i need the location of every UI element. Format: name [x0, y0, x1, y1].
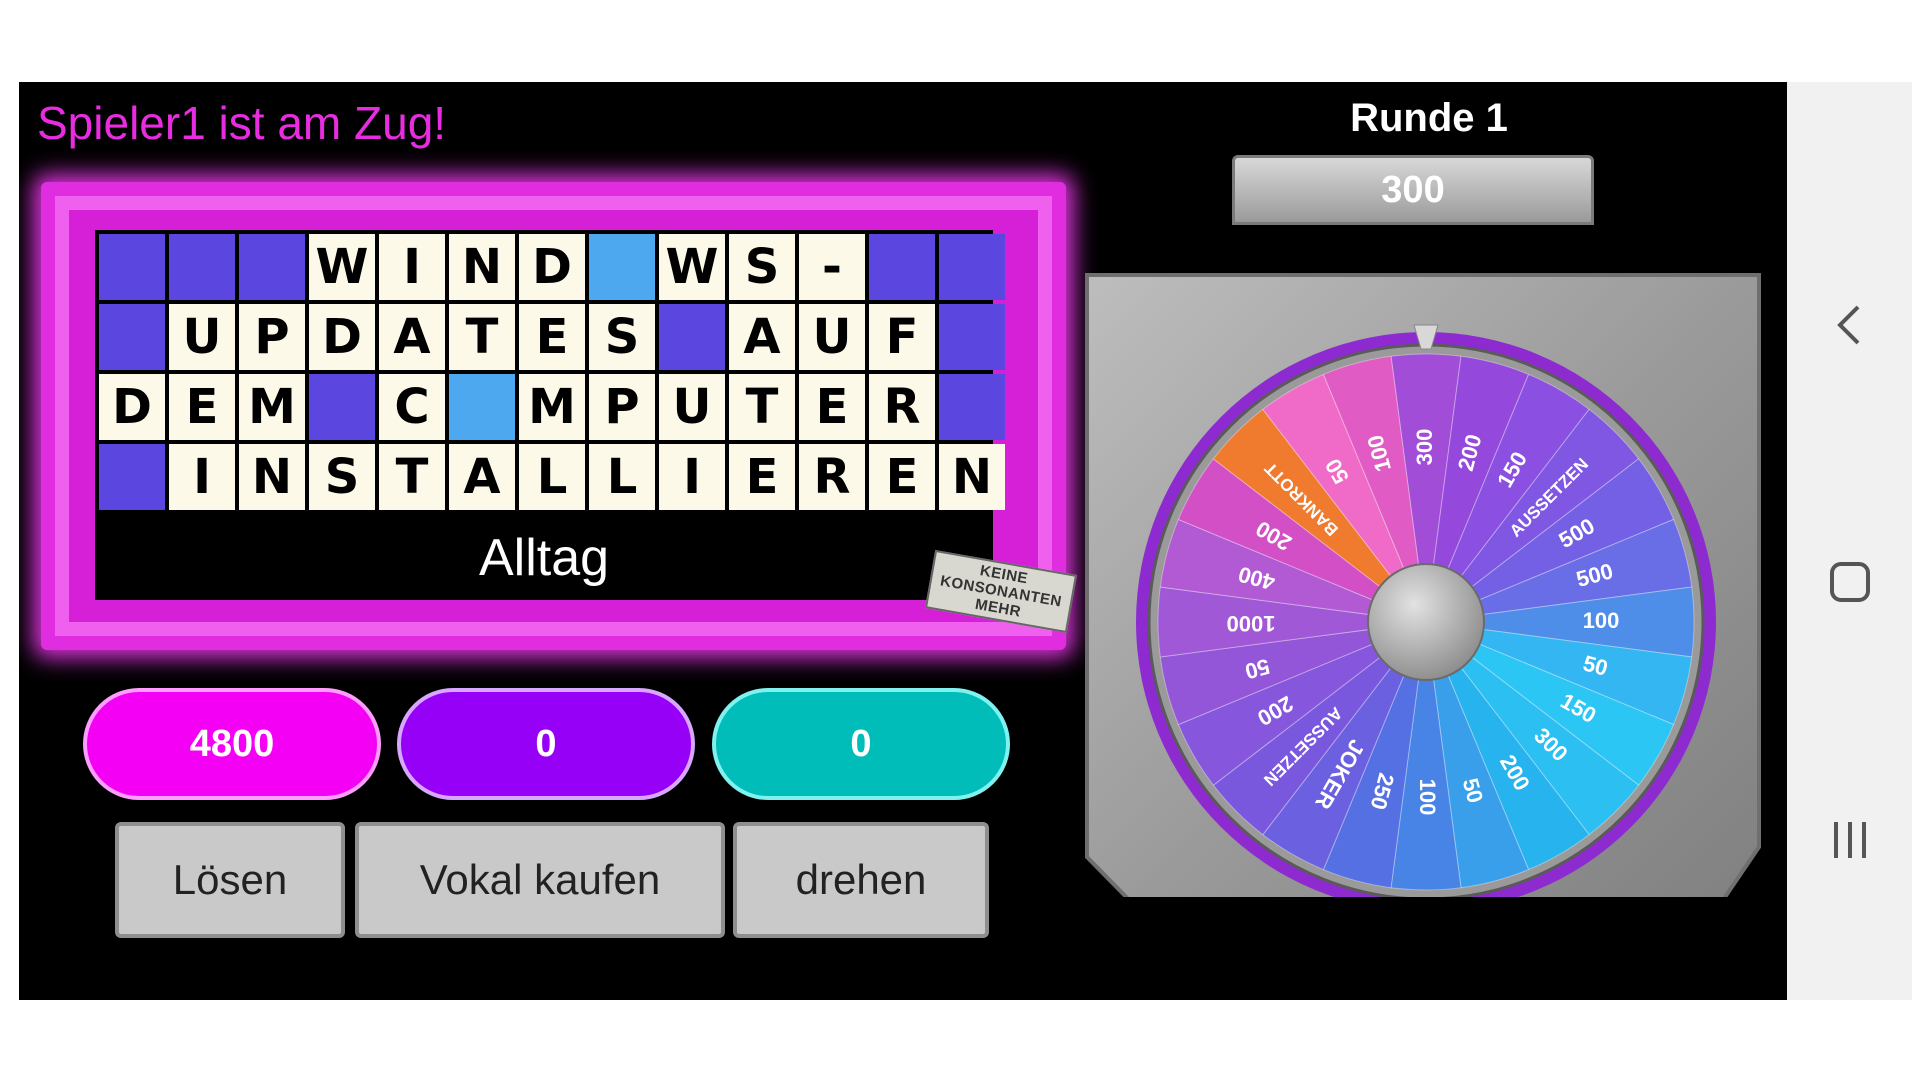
- empty-tile: [869, 234, 935, 300]
- letter-tile: U: [799, 304, 865, 370]
- spin-button[interactable]: drehen: [733, 822, 989, 938]
- letter-tile: T: [449, 304, 515, 370]
- letter-tile: E: [799, 374, 865, 440]
- letter-tile: E: [869, 444, 935, 510]
- current-wheel-value: 300: [1232, 155, 1594, 225]
- empty-tile: [99, 234, 165, 300]
- back-nav-button[interactable]: [1787, 285, 1912, 365]
- empty-tile: [939, 304, 1005, 370]
- letter-tile: N: [939, 444, 1005, 510]
- letter-tile: T: [379, 444, 445, 510]
- letter-tile: S: [729, 234, 795, 300]
- puzzle-category: Alltag: [478, 529, 610, 587]
- letter-tile: M: [239, 374, 305, 440]
- solve-button[interactable]: Lösen: [115, 822, 345, 938]
- recents-bars-icon: [1833, 822, 1866, 858]
- recents-nav-button[interactable]: [1787, 800, 1912, 880]
- wheel-hub[interactable]: [1367, 563, 1485, 681]
- chevron-left-icon: [1836, 305, 1859, 345]
- letter-tile: P: [239, 304, 305, 370]
- letter-tile: L: [519, 444, 585, 510]
- empty-tile: [309, 374, 375, 440]
- hidden-letter-tile: [449, 374, 515, 440]
- letter-tile: I: [169, 444, 235, 510]
- letter-tile: F: [869, 304, 935, 370]
- letter-tile: S: [589, 304, 655, 370]
- letter-tile: R: [869, 374, 935, 440]
- hidden-letter-tile: [589, 234, 655, 300]
- turn-indicator: Spieler1 ist am Zug!: [37, 97, 447, 149]
- buy-vowel-button[interactable]: Vokal kaufen: [355, 822, 725, 938]
- letter-tile: L: [589, 444, 655, 510]
- home-square-icon: [1829, 562, 1870, 602]
- empty-tile: [239, 234, 305, 300]
- game-screen: Spieler1 ist am Zug! Runde 1 WINDWS-UPDA…: [19, 82, 1787, 1000]
- letter-tile: E: [519, 304, 585, 370]
- wheel-segment-label: 100: [1583, 608, 1620, 633]
- letter-tile: N: [449, 234, 515, 300]
- empty-tile: [939, 374, 1005, 440]
- letter-tile: I: [659, 444, 725, 510]
- wheel-segment-label: 1000: [1227, 611, 1276, 636]
- wheel-segment-label: 300: [1412, 429, 1437, 466]
- letter-tile: I: [379, 234, 445, 300]
- empty-tile: [659, 304, 725, 370]
- letter-tile: A: [729, 304, 795, 370]
- letter-tile: T: [729, 374, 795, 440]
- letter-tile: N: [239, 444, 305, 510]
- letter-tile: E: [729, 444, 795, 510]
- wheel-segment-label: 100: [1415, 779, 1440, 816]
- letter-tile: R: [799, 444, 865, 510]
- round-title: Runde 1: [1350, 96, 1508, 140]
- letter-tile: D: [99, 374, 165, 440]
- letter-tile: -: [799, 234, 865, 300]
- letter-tile: E: [169, 374, 235, 440]
- letter-tile: W: [659, 234, 725, 300]
- letter-grid: WINDWS-UPDATESAUFDEMCMPUTERINSTALLIEREN: [99, 234, 1005, 510]
- letter-tile: U: [169, 304, 235, 370]
- letter-tile: U: [659, 374, 725, 440]
- empty-tile: [939, 234, 1005, 300]
- letter-tile: P: [589, 374, 655, 440]
- player1-score: 4800: [83, 688, 381, 800]
- empty-tile: [99, 444, 165, 510]
- letter-tile: A: [449, 444, 515, 510]
- home-nav-button[interactable]: [1787, 542, 1912, 622]
- letter-tile: M: [519, 374, 585, 440]
- player2-score: 0: [397, 688, 695, 800]
- empty-tile: [99, 304, 165, 370]
- letter-tile: W: [309, 234, 375, 300]
- player3-score: 0: [712, 688, 1010, 800]
- wheel-panel: 300 200 150AUSSETZEN5005001005015030020050…: [1085, 273, 1761, 897]
- letter-tile: A: [379, 304, 445, 370]
- puzzle-board: WINDWS-UPDATESAUFDEMCMPUTERINSTALLIEREN …: [95, 230, 1005, 600]
- letter-tile: D: [519, 234, 585, 300]
- android-navigation-bar: [1787, 82, 1912, 1000]
- empty-tile: [169, 234, 235, 300]
- letter-tile: S: [309, 444, 375, 510]
- letter-tile: C: [379, 374, 445, 440]
- letter-tile: D: [309, 304, 375, 370]
